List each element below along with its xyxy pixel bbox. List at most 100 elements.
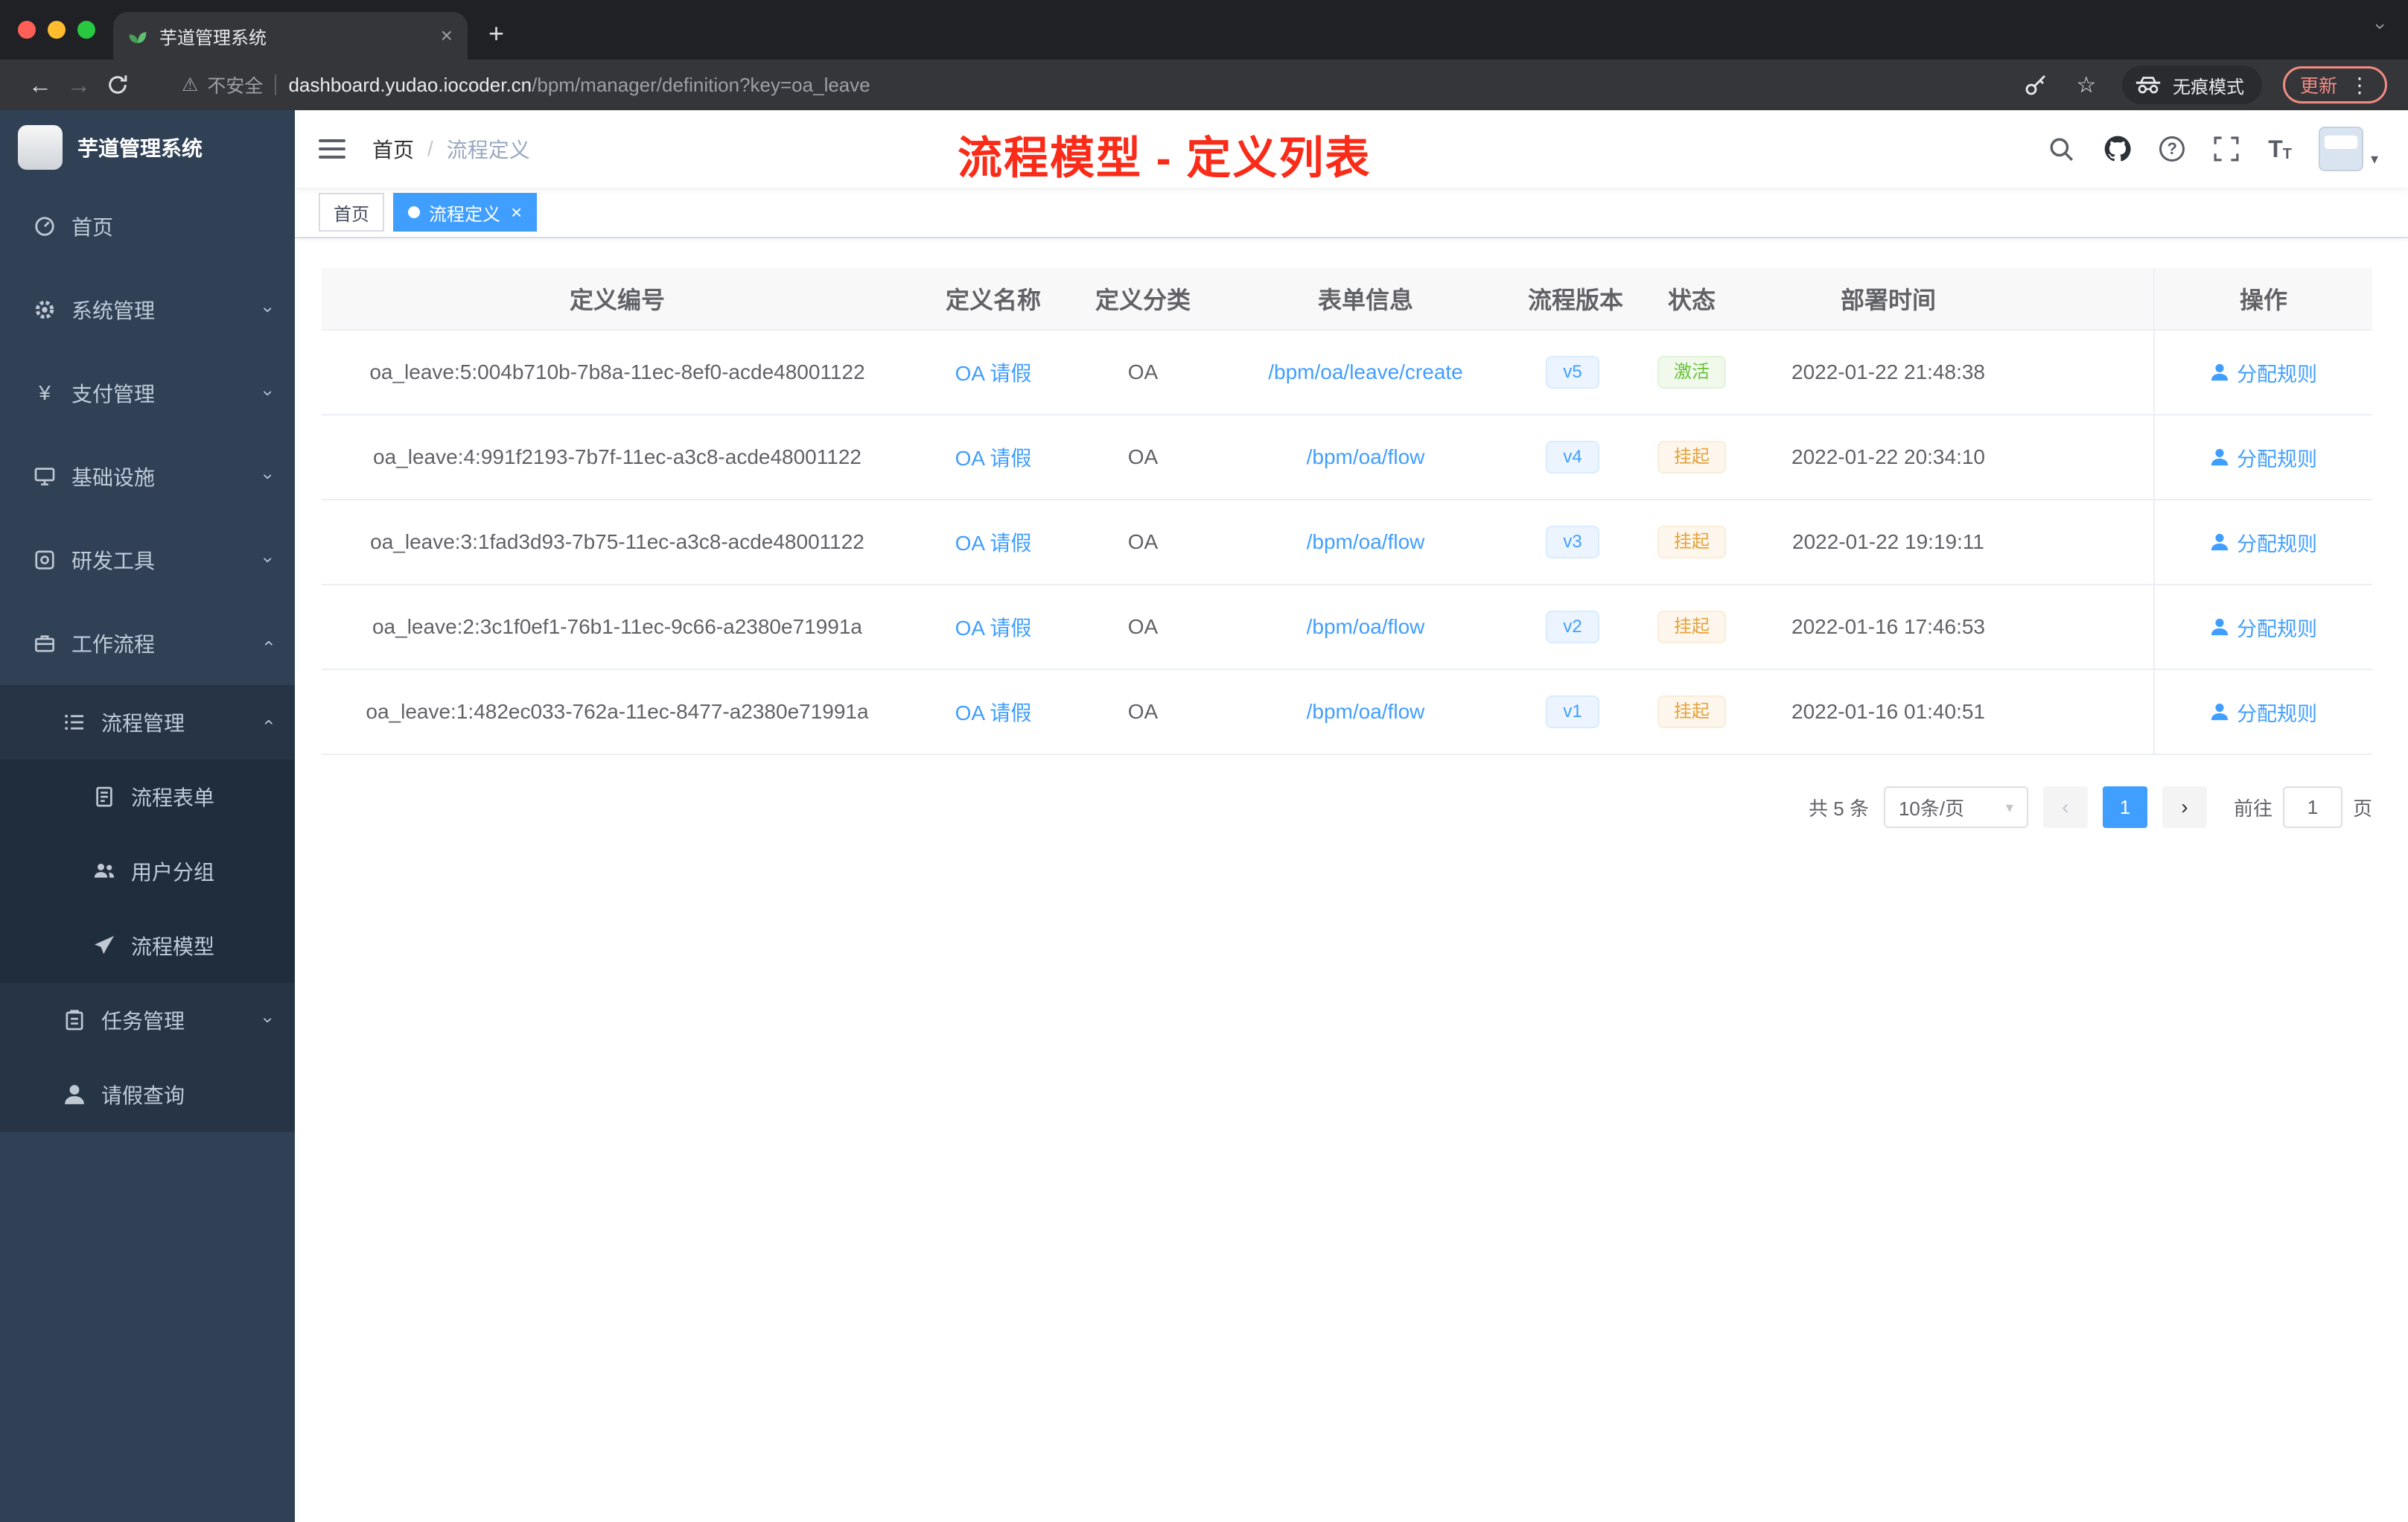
cell-definition-name: OA 请假 [913, 527, 1074, 557]
help-icon[interactable]: ? [2159, 136, 2185, 162]
pagination-total: 共 5 条 [1809, 797, 1869, 820]
form-link[interactable]: /bpm/oa/flow [1307, 700, 1425, 723]
password-key-icon[interactable] [2021, 70, 2051, 100]
incognito-badge[interactable]: 无痕模式 [2121, 66, 2262, 104]
sidebar-item-dev-tools[interactable]: 研发工具 › [0, 518, 295, 602]
user-icon [63, 1083, 86, 1107]
cell-category: OA [1127, 615, 1159, 638]
send-icon [92, 934, 116, 958]
sidebar-item-payment[interactable]: ¥ 支付管理 › [0, 351, 295, 435]
logo-title: 芋道管理系统 [77, 137, 203, 160]
assign-rule-link[interactable]: 分配规则 [2210, 613, 2317, 642]
tag-home[interactable]: 首页 [319, 193, 384, 232]
form-link[interactable]: /bpm/oa/flow [1307, 615, 1425, 638]
definition-name-link[interactable]: OA 请假 [955, 617, 1032, 640]
infrastructure-icon [33, 465, 57, 488]
sidebar-item-infrastructure[interactable]: 基础设施 › [0, 435, 295, 518]
cell-definition-id: oa_leave:5:004b710b-7b8a-11ec-8ef0-acde4… [369, 360, 865, 383]
cell-form-info: /bpm/oa/flow [1212, 445, 1519, 469]
sidebar-item-label: 用户分组 [131, 861, 215, 884]
hamburger-icon[interactable] [319, 139, 345, 159]
sidebar-item-process-management[interactable]: 流程管理 › [0, 685, 295, 760]
tag-close-icon[interactable]: × [511, 201, 522, 224]
chrome-update-button[interactable]: 更新 ⋮ [2282, 66, 2387, 104]
form-link[interactable]: /bpm/oa/flow [1307, 445, 1425, 468]
sidebar-item-system[interactable]: 系统管理 › [0, 268, 295, 351]
assign-rule-link[interactable]: 分配规则 [2210, 528, 2317, 557]
assign-rule-link[interactable]: 分配规则 [2210, 358, 2317, 387]
cell-category: OA [1127, 700, 1159, 723]
status-badge: 挂起 [1657, 611, 1726, 643]
goto-page-input[interactable] [2282, 786, 2342, 828]
breadcrumb-home[interactable]: 首页 [372, 134, 414, 164]
close-window-button[interactable] [18, 21, 36, 39]
chevron-down-icon: › [258, 474, 278, 480]
definition-name-link[interactable]: OA 请假 [955, 447, 1032, 470]
user-icon [2211, 363, 2229, 381]
user-avatar-menu[interactable]: ▾ [2318, 127, 2378, 171]
tab-title: 芋道管理系统 [159, 28, 267, 48]
status-badge: 激活 [1657, 356, 1726, 389]
cell-status: 激活 [1626, 356, 1757, 389]
sidebar-item-label: 流程模型 [131, 935, 215, 958]
address-bar[interactable]: dashboard.yudao.iocoder.cn/bpm/manager/d… [288, 74, 2021, 97]
form-link[interactable]: /bpm/oa/leave/create [1268, 360, 1463, 383]
cell-form-info: /bpm/oa/flow [1212, 530, 1519, 554]
sidebar-item-task-management[interactable]: 任务管理 › [0, 983, 295, 1057]
back-button[interactable]: ← [21, 71, 60, 99]
sidebar-item-process-form[interactable]: 流程表单 [0, 760, 295, 834]
fullscreen-icon[interactable] [2211, 134, 2241, 164]
form-link[interactable]: /bpm/oa/flow [1307, 530, 1425, 553]
new-tab-button[interactable]: + [488, 18, 504, 49]
definition-name-link[interactable]: OA 请假 [955, 701, 1032, 725]
font-size-icon[interactable]: TT [2268, 136, 2292, 163]
tab-search-chevron-icon[interactable]: › [2369, 23, 2392, 30]
cell-version: v4 [1519, 441, 1626, 474]
sidebar-item-process-model[interactable]: 流程模型 [0, 908, 295, 983]
tag-process-definition[interactable]: 流程定义 × [393, 193, 538, 232]
incognito-icon [2134, 76, 2162, 94]
sidebar-item-user-group[interactable]: 用户分组 [0, 834, 295, 908]
forward-button[interactable]: → [60, 71, 98, 99]
browser-menu-icon[interactable]: ⋮ [2349, 73, 2370, 98]
page-number-button[interactable]: 1 [2102, 786, 2147, 828]
cell-actions: 分配规则 [2153, 585, 2372, 669]
cell-deploy-time: 2022-01-22 19:19:11 [1792, 530, 1984, 553]
prev-page-button[interactable]: ‹ [2042, 786, 2088, 828]
sidebar-logo[interactable]: 芋道管理系统 [0, 110, 295, 185]
sidebar-item-workflow[interactable]: 工作流程 › [0, 602, 295, 685]
next-page-button[interactable]: › [2162, 786, 2207, 828]
cell-category: OA [1127, 530, 1159, 553]
cell-category: OA [1127, 360, 1159, 383]
bookmark-star-icon[interactable]: ☆ [2071, 70, 2101, 100]
minimize-window-button[interactable] [48, 21, 66, 39]
browser-tab[interactable]: 芋道管理系统 × [113, 12, 468, 60]
cell-actions: 分配规则 [2153, 670, 2372, 754]
assign-rule-link[interactable]: 分配规则 [2210, 698, 2317, 727]
reload-button[interactable] [98, 74, 137, 96]
active-dot [408, 206, 420, 218]
assign-rule-link[interactable]: 分配规则 [2210, 443, 2317, 472]
cell-status: 挂起 [1626, 611, 1757, 643]
cell-status: 挂起 [1626, 695, 1757, 728]
cell-definition-id: oa_leave:2:3c1f0ef1-76b1-11ec-9c66-a2380… [372, 615, 862, 638]
warning-icon: ⚠ [182, 74, 199, 95]
column-deploy-time: 部署时间 [1840, 287, 1936, 313]
version-badge: v5 [1546, 356, 1599, 389]
definition-name-link[interactable]: OA 请假 [955, 532, 1032, 555]
sidebar-item-label: 流程表单 [131, 786, 215, 809]
tab-close-icon[interactable]: × [441, 24, 453, 48]
sidebar-item-label: 支付管理 [71, 383, 156, 406]
sidebar-item-home[interactable]: 首页 [0, 185, 295, 268]
cell-form-info: /bpm/oa/flow [1212, 700, 1519, 724]
main-area: 首页 / 流程定义 流程模型 - 定义列表 ? T T ▾ 首页 流程定义 × … [295, 110, 2408, 1522]
search-icon[interactable] [2046, 134, 2076, 164]
table-header: 定义编号 定义名称 定义分类 表单信息 流程版本 状态 部署时间 操作 [322, 268, 2372, 331]
zoom-window-button[interactable] [77, 21, 95, 39]
security-chip[interactable]: ⚠ 不安全 [182, 71, 263, 98]
page-size-select[interactable]: 10条/页 ▾ [1883, 786, 2028, 828]
definition-name-link[interactable]: OA 请假 [955, 362, 1032, 385]
tag-label: 流程定义 [429, 204, 500, 225]
github-icon[interactable] [2103, 134, 2133, 164]
sidebar-item-leave-query[interactable]: 请假查询 [0, 1057, 295, 1132]
